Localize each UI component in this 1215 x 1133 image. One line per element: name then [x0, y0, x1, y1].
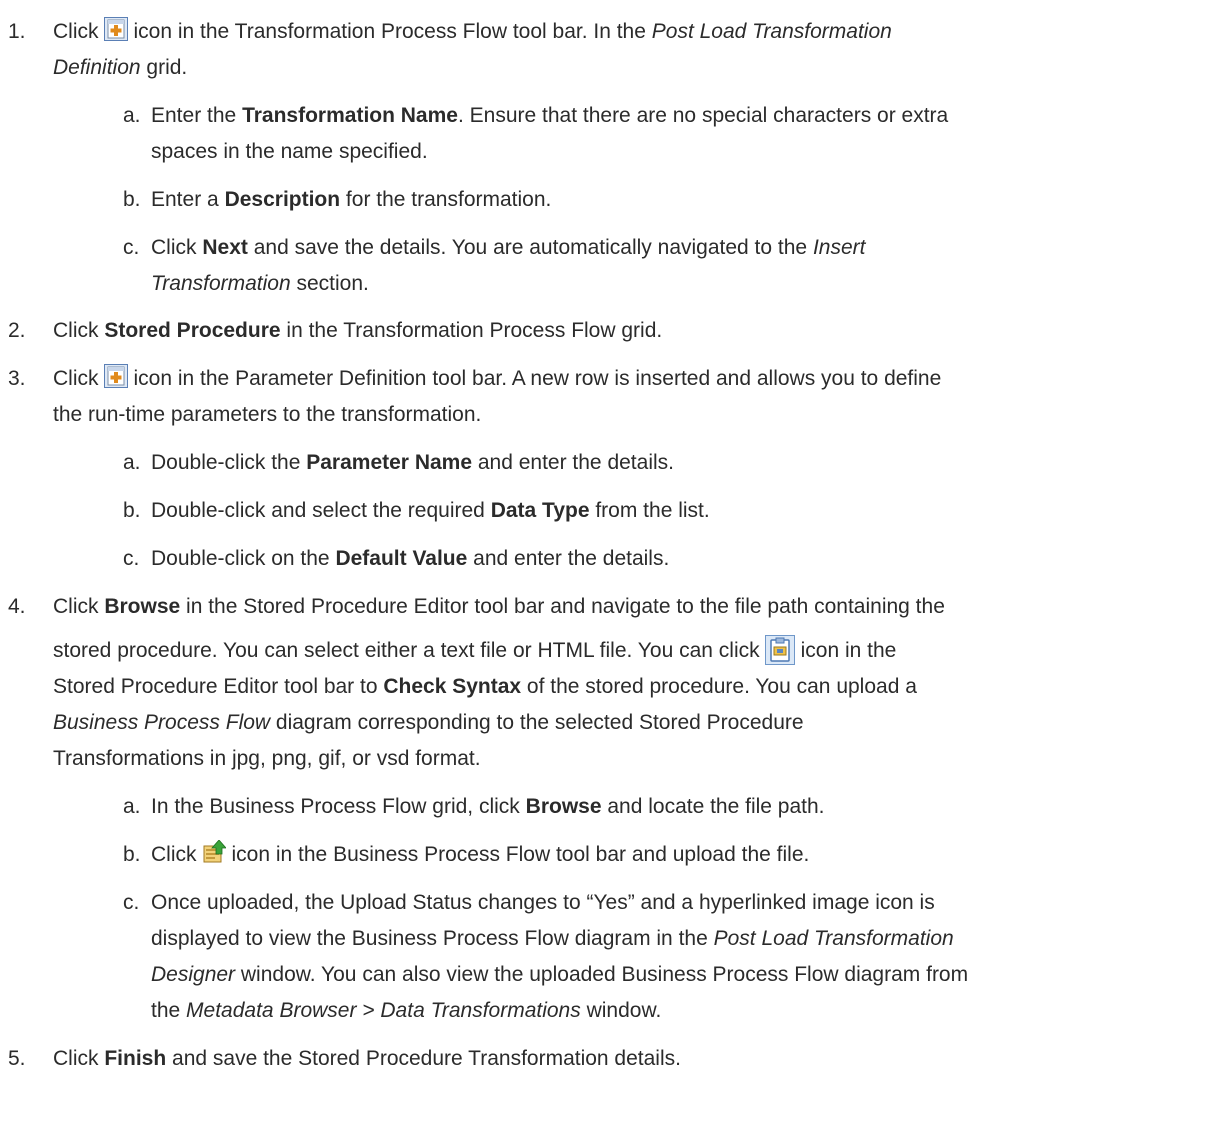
check-syntax-icon	[764, 635, 795, 665]
step-1c-line-2: Transformation section.	[151, 272, 369, 295]
step-4-line-2: stored procedure. You can select either …	[53, 633, 1205, 669]
step-1b-letter: b.	[123, 188, 141, 211]
step-4c-line-3: Designer window. You can also view the u…	[151, 963, 969, 986]
step-4-line-4: Business Process Flow diagram correspond…	[53, 711, 804, 734]
add-row-icon	[103, 17, 128, 41]
step-3c-line-1: Double-click on the Default Value and en…	[151, 547, 670, 570]
step-2-number: 2.	[8, 319, 26, 342]
step-4c-line-2: displayed to view the Business Process F…	[151, 927, 954, 950]
step-4b-letter: b.	[123, 843, 141, 866]
step-1c-letter: c.	[123, 236, 140, 259]
step-4c-letter: c.	[123, 891, 140, 914]
step-3-line-2: the run-time parameters to the transform…	[53, 403, 482, 426]
step-1-line-1: Click icon in the Transformation Process …	[53, 14, 1205, 50]
step-4a-line-1: In the Business Process Flow grid, click…	[151, 795, 825, 818]
step-1a-line-1: Enter the Transformation Name. Ensure th…	[151, 104, 949, 127]
step-4c-line-4: the Metadata Browser > Data Transformati…	[151, 999, 662, 1022]
step-3-line-1: Click icon in the Parameter Definition to…	[53, 361, 1205, 397]
step-5-line-1: Click Finish and save the Stored Procedu…	[53, 1047, 681, 1070]
step-4-line-3: Stored Procedure Editor tool bar to Chec…	[53, 675, 917, 698]
step-5-number: 5.	[8, 1047, 26, 1070]
step-4b-line-1: Click icon in the Business Process Flow t…	[151, 837, 1205, 873]
step-3b-line-1: Double-click and select the required Dat…	[151, 499, 710, 522]
step-1-line-2: Definition grid.	[53, 56, 188, 79]
add-row-icon	[103, 364, 128, 388]
step-4-line-1: Click Browse in the Stored Procedure Edi…	[53, 595, 945, 618]
step-4a-letter: a.	[123, 795, 141, 818]
step-1b-line-1: Enter a Description for the transformati…	[151, 188, 552, 211]
step-3b-letter: b.	[123, 499, 141, 522]
step-4c-line-1: Once uploaded, the Upload Status changes…	[151, 891, 935, 914]
step-1a-line-2: spaces in the name specified.	[151, 140, 428, 163]
step-3a-letter: a.	[123, 451, 141, 474]
step-3-number: 3.	[8, 367, 26, 390]
step-3c-letter: c.	[123, 547, 140, 570]
step-3a-line-1: Double-click the Parameter Name and ente…	[151, 451, 674, 474]
step-4-line-5: Transformations in jpg, png, gif, or vsd…	[53, 747, 481, 770]
step-2-line-1: Click Stored Procedure in the Transforma…	[53, 319, 663, 342]
step-1a-letter: a.	[123, 104, 141, 127]
upload-icon	[202, 840, 226, 864]
step-4-number: 4.	[8, 595, 26, 618]
step-1-number: 1.	[8, 20, 26, 43]
step-1c-line-1: Click Next and save the details. You are…	[151, 236, 866, 259]
